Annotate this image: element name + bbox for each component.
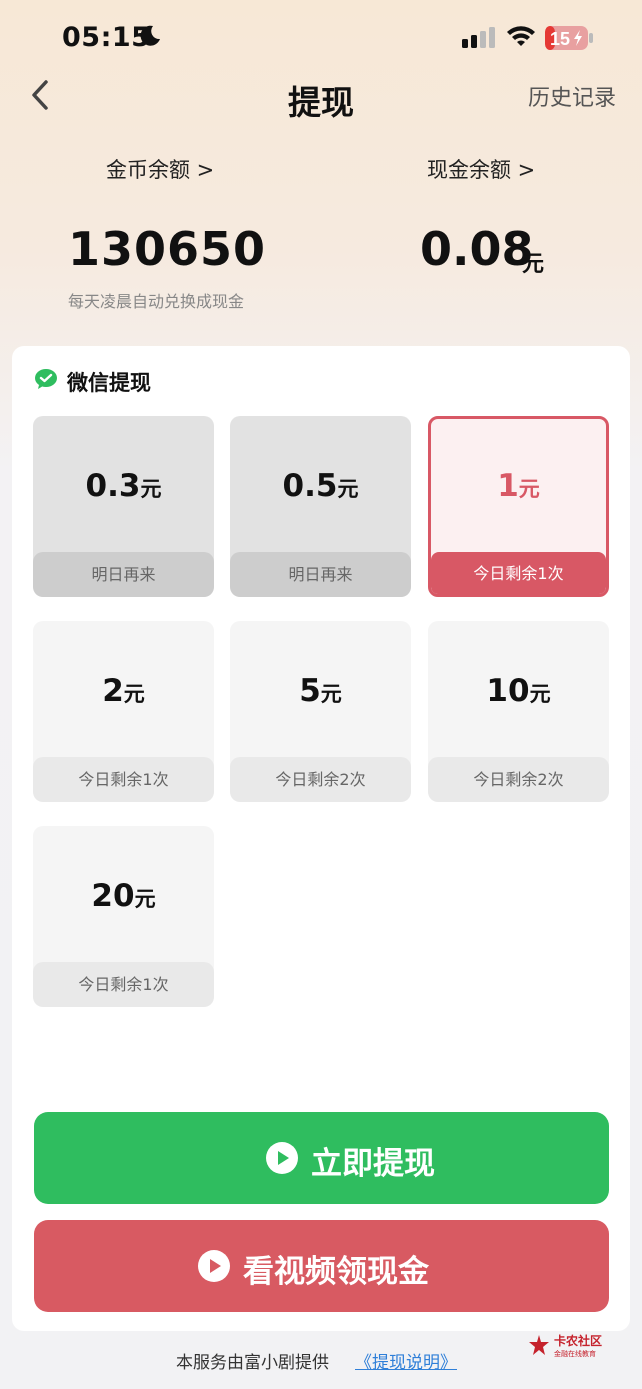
amount-value: 1元 <box>497 468 540 504</box>
nav-bar: 提现 历史记录 <box>0 70 642 122</box>
cash-balance-value: 0.08 <box>420 222 534 276</box>
footer-text: 本服务由富小剧提供 <box>176 1353 329 1373</box>
watermark-name: 卡农社区 <box>554 1334 603 1348</box>
amount-value: 20元 <box>91 878 156 914</box>
amount-status: 今日剩余2次 <box>230 757 411 802</box>
play-icon <box>198 1250 230 1282</box>
watermark-logo-icon <box>529 1335 549 1355</box>
coin-balance-link[interactable]: 金币余额 > <box>106 154 214 184</box>
cash-balance-unit: 元 <box>522 252 545 277</box>
coin-balance-value: 130650 <box>68 222 267 276</box>
amount-value: 0.3元 <box>85 468 162 504</box>
amount-option-2[interactable]: 2元 今日剩余1次 <box>33 621 214 802</box>
amount-option-5[interactable]: 5元 今日剩余2次 <box>230 621 411 802</box>
amount-status: 明日再来 <box>33 552 214 597</box>
amount-option-20[interactable]: 20元 今日剩余1次 <box>33 826 214 1007</box>
amount-value: 5元 <box>299 673 342 709</box>
amount-option-0-5[interactable]: 0.5元 明日再来 <box>230 416 411 597</box>
withdraw-now-label: 立即提现 <box>311 1146 435 1182</box>
watch-video-button[interactable]: 看视频领现金 <box>34 1220 609 1312</box>
amount-option-0-3[interactable]: 0.3元 明日再来 <box>33 416 214 597</box>
battery-level: 15 <box>550 29 570 49</box>
status-bar: 05:15 15 <box>0 0 642 78</box>
amount-value: 10元 <box>486 673 551 709</box>
wechat-icon <box>35 369 57 389</box>
moon-icon <box>140 25 160 46</box>
cash-balance-link[interactable]: 现金余额 > <box>427 154 535 184</box>
amount-option-10[interactable]: 10元 今日剩余2次 <box>428 621 609 802</box>
exchange-note: 每天凌晨自动兑换成现金 <box>68 292 245 311</box>
watermark-subtitle: 金融在线教育 <box>554 1350 596 1358</box>
wechat-withdraw-label: 微信提现 <box>67 371 151 395</box>
withdraw-now-button[interactable]: 立即提现 <box>34 1112 609 1204</box>
watermark: 卡农社区 金融在线教育 <box>528 1332 612 1362</box>
cellular-signal-icon <box>462 27 495 48</box>
watch-video-label: 看视频领现金 <box>243 1254 429 1290</box>
amount-status: 今日剩余1次 <box>431 552 606 594</box>
amount-status: 今日剩余2次 <box>428 757 609 802</box>
history-link[interactable]: 历史记录 <box>528 80 616 112</box>
withdraw-rules-link[interactable]: 《提现说明》 <box>355 1348 457 1373</box>
amount-option-1[interactable]: 1元 今日剩余1次 <box>428 416 609 597</box>
amount-value: 2元 <box>102 673 145 709</box>
amount-value: 0.5元 <box>282 468 359 504</box>
battery-icon: 15 <box>545 26 593 50</box>
wifi-icon <box>507 26 535 46</box>
play-icon <box>266 1142 298 1174</box>
amount-status: 今日剩余1次 <box>33 962 214 1007</box>
amount-status: 明日再来 <box>230 552 411 597</box>
amount-status: 今日剩余1次 <box>33 757 214 802</box>
